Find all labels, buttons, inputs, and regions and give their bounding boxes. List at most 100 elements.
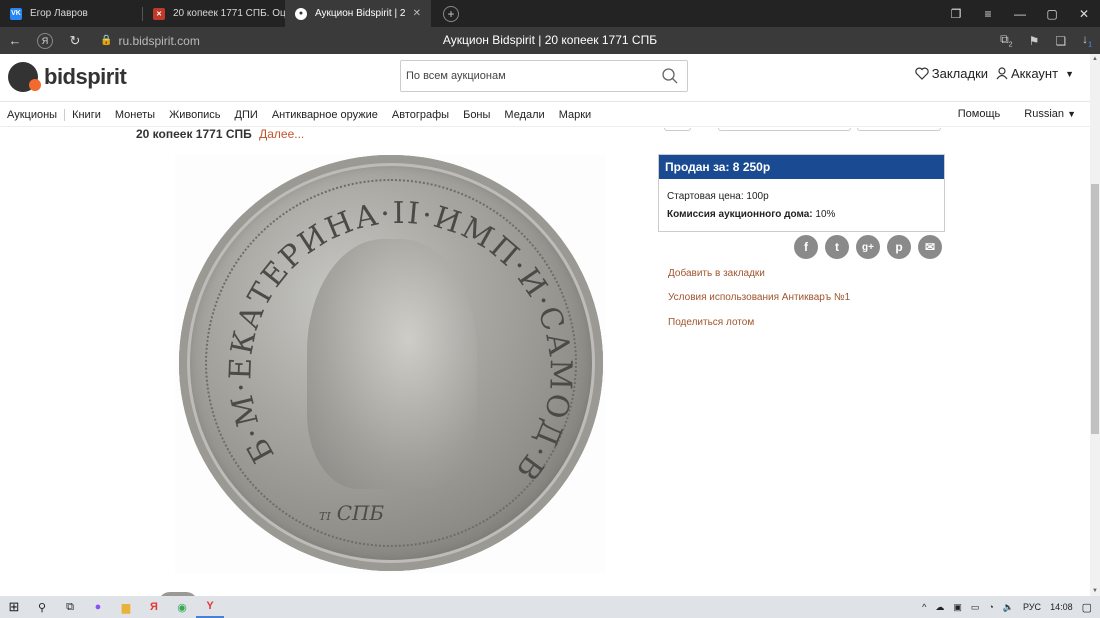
yandex-icon[interactable]: Я — [37, 32, 53, 49]
tabs-overview-icon[interactable]: ❐ — [940, 7, 972, 21]
control-stub — [857, 128, 941, 131]
account-menu[interactable]: Аккаунт ▼ — [996, 66, 1074, 81]
language-select[interactable]: Russian ▼ — [1024, 108, 1076, 120]
nav-item-antique-weapons[interactable]: Антикварное оружие — [265, 109, 385, 121]
chevron-down-icon: ▼ — [1067, 109, 1076, 119]
tab-label: Аукцион Bidspirit | 20 к — [315, 8, 405, 19]
volume-icon[interactable]: 🔈 — [1003, 602, 1014, 613]
wifi-icon[interactable]: ◔ — [988, 602, 993, 612]
auction-commission: Комиссия аукционного дома: 10% — [667, 209, 836, 220]
address-bar-actions: ⧉2 ⚑ ❏ ↓1 — [1000, 27, 1092, 54]
pinterest-icon[interactable]: p — [887, 235, 911, 259]
heart-icon — [915, 67, 929, 80]
share-lot-link[interactable]: Поделиться лотом — [668, 317, 754, 328]
task-view-icon[interactable]: ⧉ — [56, 596, 84, 618]
search-icon[interactable]: ⚲ — [28, 596, 56, 618]
nav-item-autographs[interactable]: Автографы — [385, 109, 456, 121]
language-indicator[interactable]: РУС — [1023, 602, 1041, 612]
vk-icon: VK — [10, 7, 22, 20]
downloads-icon[interactable]: ↓1 — [1082, 32, 1092, 48]
coin-mint-mark: ТI СПБ — [319, 501, 385, 525]
address-bar: ← Я ↻ 🔒 ru.bidspirit.com — [0, 27, 1100, 54]
search-box — [400, 60, 688, 92]
nav-item-painting[interactable]: Живопись — [162, 109, 227, 121]
lot-image[interactable]: Б·М·ЕКАТЕРИНА·II·ИМП·И·САМОД·ВСЕРОС· ТIС… — [175, 155, 605, 573]
notifications-icon[interactable]: ▢ — [1082, 601, 1092, 614]
minimize-button[interactable]: — — [1004, 7, 1036, 21]
nav-right: Помощь Russian ▼ — [958, 108, 1076, 120]
window-controls: ❐ ≡ — ▢ ✕ — [940, 0, 1100, 27]
nav-item-banknotes[interactable]: Боны — [456, 109, 497, 121]
email-icon[interactable]: ✉ — [918, 235, 942, 259]
search-input[interactable] — [406, 70, 646, 82]
svg-text:Б·М·ЕКАТЕРИНА·II·ИМП·И·САМОД·В: Б·М·ЕКАТЕРИНА·II·ИМП·И·САМОД·ВСЕРОС· — [179, 155, 578, 488]
nav-item-medals[interactable]: Медали — [497, 109, 551, 121]
nav-item-stamps[interactable]: Марки — [552, 109, 598, 121]
read-more-link[interactable]: Далее... — [259, 128, 304, 141]
bookmarks-link[interactable]: Закладки — [915, 66, 988, 81]
battery-icon[interactable]: ▭ — [971, 602, 980, 613]
control-stub — [718, 128, 851, 131]
bidspirit-icon: ● — [295, 7, 307, 20]
yandex-browser-icon[interactable]: Y — [196, 596, 224, 618]
scroll-thumb[interactable] — [1091, 184, 1099, 434]
tab-label: Егор Лавров — [30, 8, 88, 19]
category-nav: Аукционы Книги Монеты Живопись ДПИ Антик… — [0, 103, 1090, 127]
coin-legend: Б·М·ЕКАТЕРИНА·II·ИМП·И·САМОД·ВСЕРОС· — [179, 155, 578, 488]
tab-forum[interactable]: ✕ 20 копеек 1771 СПБ. Оц — [143, 0, 285, 27]
tab-bidspirit[interactable]: ● Аукцион Bidspirit | 20 к ✕ — [285, 0, 431, 27]
add-bookmark-link[interactable]: Добавить в закладки — [668, 268, 765, 279]
site-logo[interactable]: bidspirit — [8, 62, 127, 92]
clock[interactable]: 14:08 — [1050, 602, 1073, 612]
tab-label: 20 копеек 1771 СПБ. Оц — [173, 8, 285, 19]
system-tray: ^ ☁ ▣ ▭ ◔ 🔈 РУС 14:08 ▢ — [922, 596, 1092, 618]
chrome-icon[interactable]: ◉ — [168, 596, 196, 618]
sold-price: Продан за: 8 250р — [659, 155, 944, 179]
nav-item-auctions[interactable]: Аукционы — [0, 108, 66, 121]
google-plus-icon[interactable]: g+ — [856, 235, 880, 259]
coin-photo: Б·М·ЕКАТЕРИНА·II·ИМП·И·САМОД·ВСЕРОС· ТIС… — [179, 155, 603, 571]
help-link[interactable]: Помощь — [958, 108, 1001, 120]
tab-close-icon[interactable]: ✕ — [413, 8, 421, 19]
chevron-up-icon[interactable]: ^ — [922, 602, 926, 612]
lot-content: 20 копеек 1771 СПБ Далее... Б·М·ЕКАТЕРИН… — [0, 128, 1090, 596]
new-tab-button[interactable]: + — [443, 5, 459, 22]
windows-start-icon[interactable]: ⊞ — [0, 596, 28, 618]
alice-icon[interactable]: ● — [84, 596, 112, 618]
nav-item-coins[interactable]: Монеты — [108, 109, 162, 121]
collections-icon[interactable]: ❏ — [1055, 34, 1066, 48]
cloud-icon[interactable]: ☁ — [935, 602, 944, 613]
control-stub — [664, 128, 691, 131]
page-scrollbar[interactable]: ▲ ▼ — [1090, 54, 1100, 596]
search-icon[interactable] — [662, 68, 678, 84]
yandex-app-icon[interactable]: Я — [140, 596, 168, 618]
taskbar: ⊞ ⚲ ⧉ ● ▆ Я ◉ Y ^ ☁ ▣ ▭ ◔ 🔈 РУС 14:08 ▢ — [0, 596, 1100, 618]
maximize-button[interactable]: ▢ — [1036, 7, 1068, 21]
header-actions: Закладки Аккаунт ▼ — [915, 66, 1074, 81]
account-label: Аккаунт — [1011, 66, 1059, 81]
user-icon — [996, 67, 1008, 80]
close-window-button[interactable]: ✕ — [1068, 7, 1100, 21]
scroll-down-icon[interactable]: ▼ — [1090, 588, 1100, 594]
chevron-down-icon: ▼ — [1065, 68, 1074, 79]
bookmark-flag-icon[interactable]: ⚑ — [1029, 34, 1040, 48]
scroll-up-icon[interactable]: ▲ — [1090, 56, 1100, 62]
facebook-icon[interactable]: f — [794, 235, 818, 259]
bidspirit-logo-icon — [8, 62, 41, 92]
url-field[interactable]: 🔒 ru.bidspirit.com — [100, 34, 200, 48]
lock-icon: 🔒 — [100, 35, 113, 46]
tray-app-icon[interactable]: ▣ — [953, 602, 962, 613]
share-buttons: f t g+ p ✉ — [794, 235, 942, 259]
tab-vk[interactable]: VK Егор Лавров — [0, 0, 142, 27]
file-explorer-icon[interactable]: ▆ — [112, 596, 140, 618]
twitter-icon[interactable]: t — [825, 235, 849, 259]
back-arrow-icon[interactable]: ← — [0, 33, 30, 48]
reload-icon[interactable]: ↻ — [60, 33, 90, 49]
nav-item-decorative-arts[interactable]: ДПИ — [228, 109, 265, 121]
menu-icon[interactable]: ≡ — [972, 7, 1004, 21]
nav-item-books[interactable]: Книги — [65, 109, 108, 121]
tabs-counter-icon[interactable]: ⧉2 — [1000, 32, 1012, 48]
url-text: ru.bidspirit.com — [118, 33, 200, 48]
price-panel: Продан за: 8 250р Стартовая цена: 100р К… — [658, 154, 945, 232]
terms-link[interactable]: Условия использования Антикваръ №1 — [668, 292, 850, 303]
